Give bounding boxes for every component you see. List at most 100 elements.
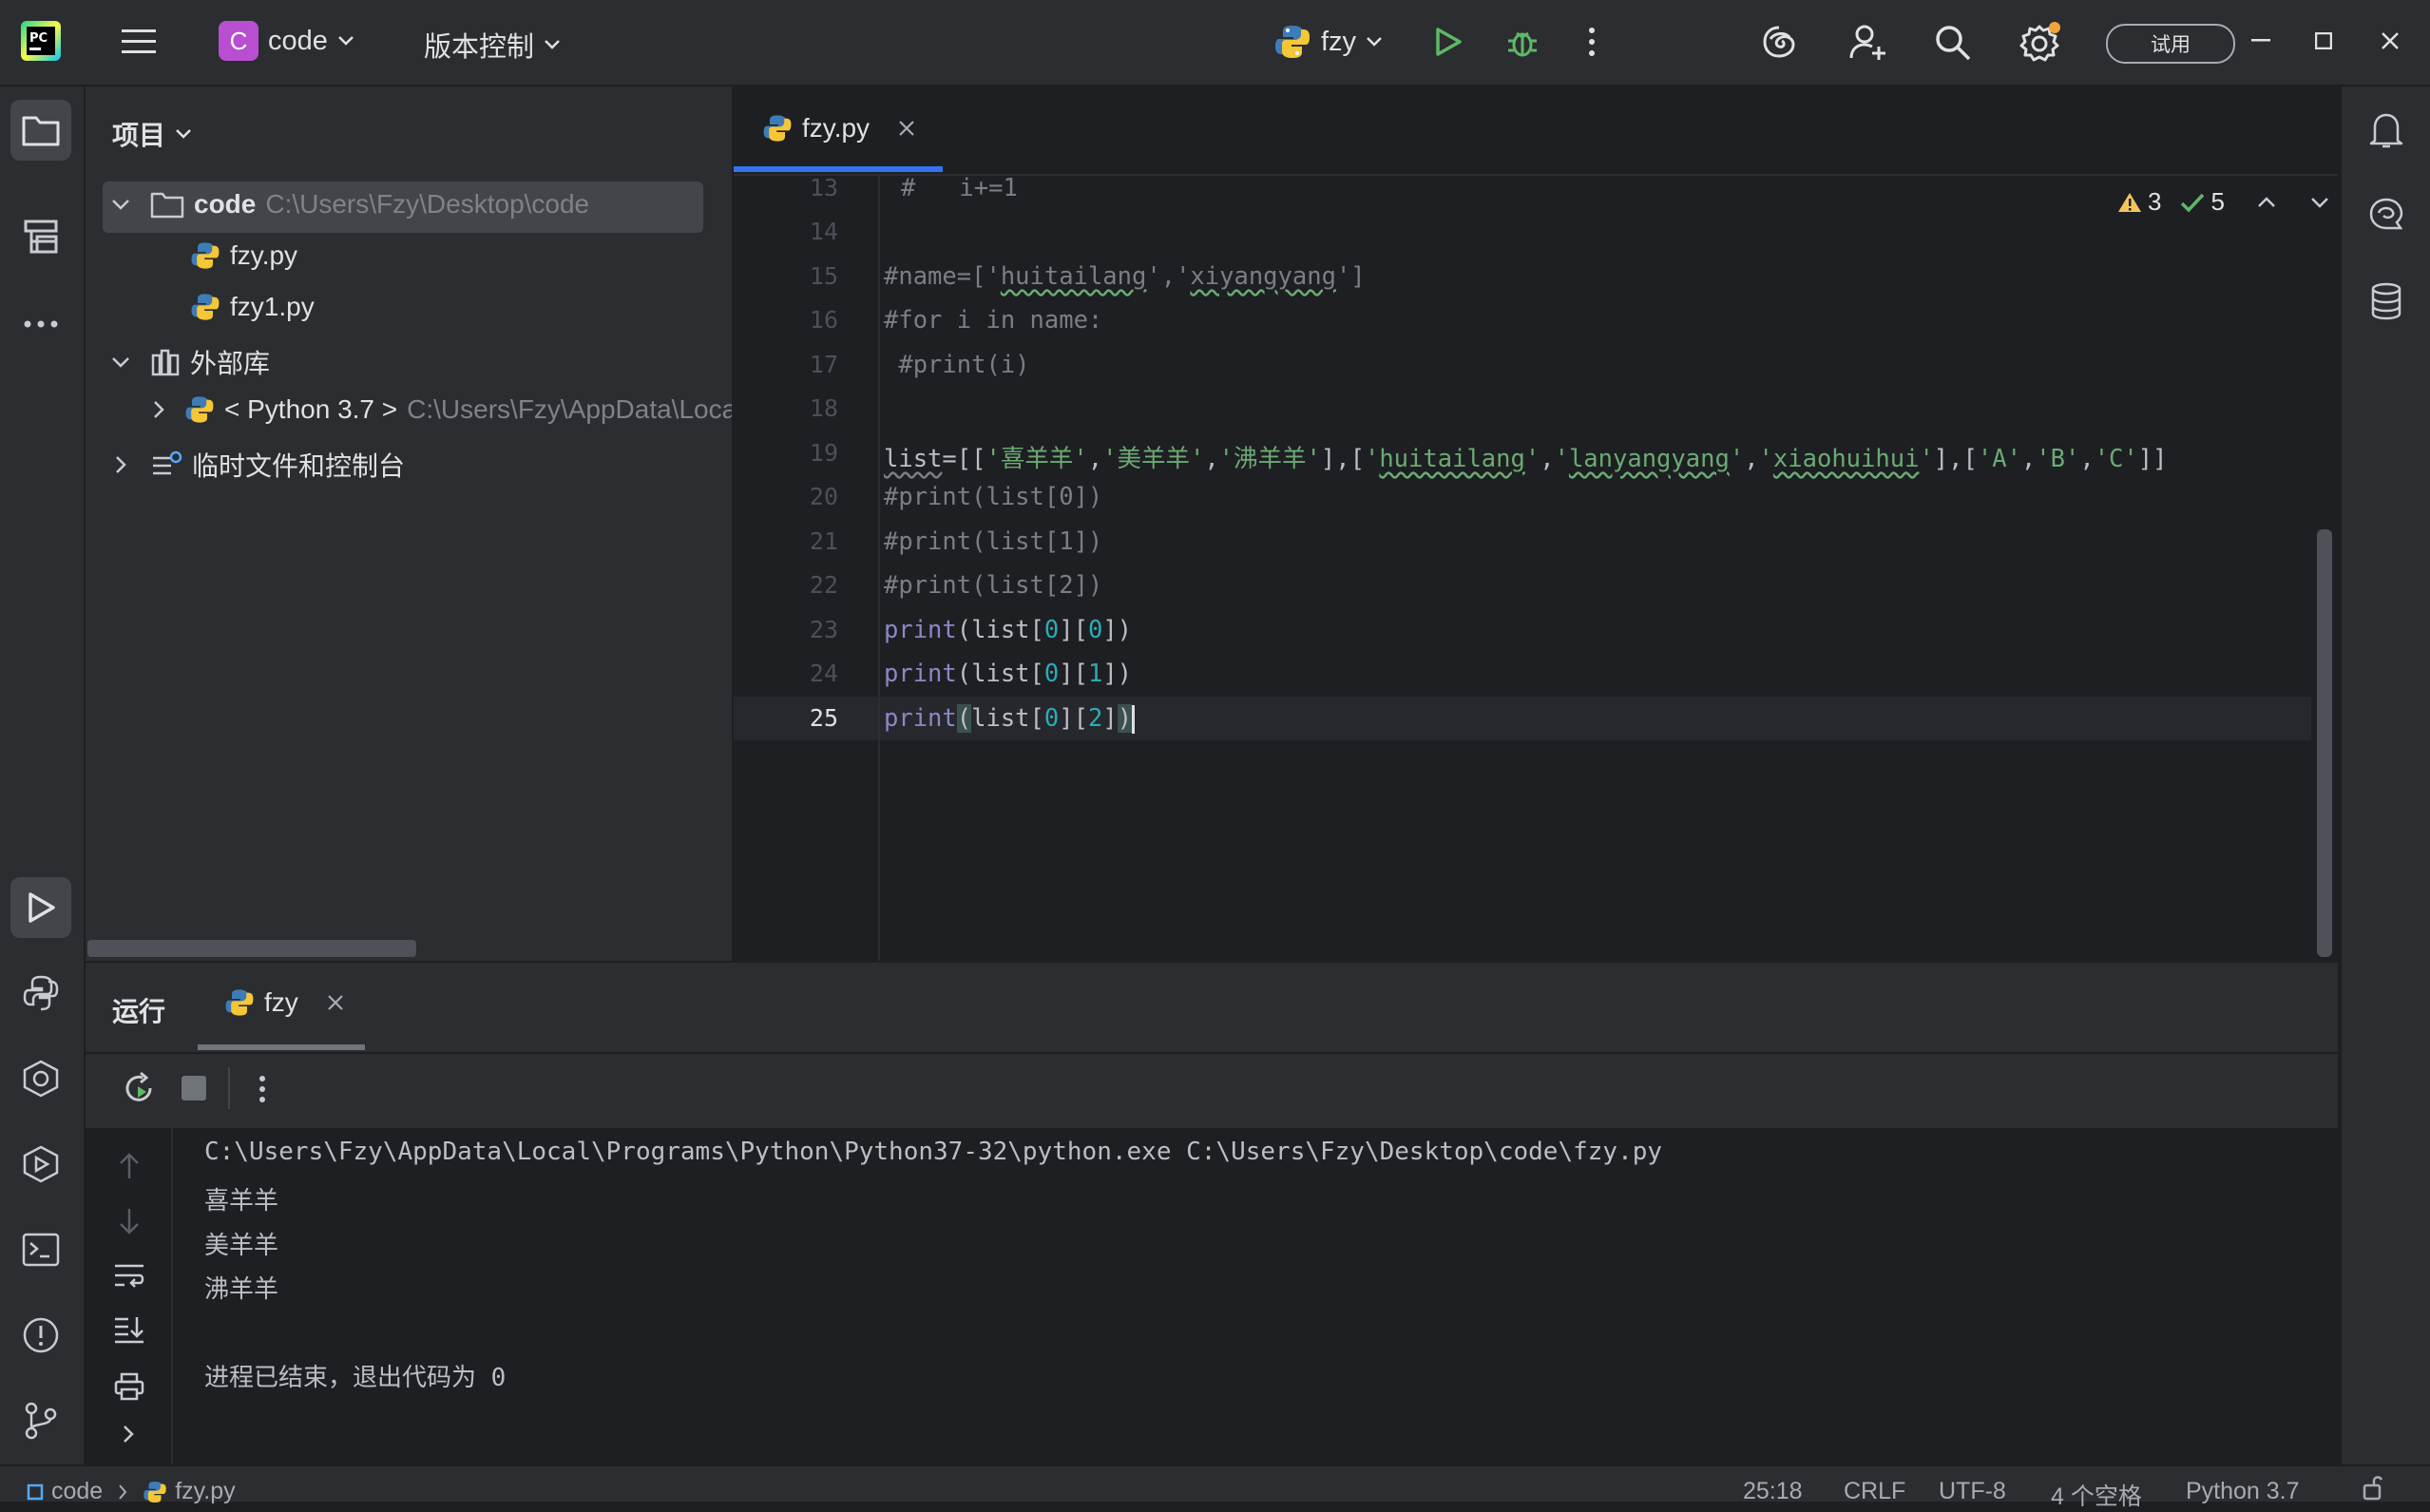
debug-icon[interactable]: [1502, 21, 1543, 63]
more-vertical-icon[interactable]: [253, 1071, 272, 1107]
chevron-down-icon[interactable]: [2310, 197, 2329, 208]
code-line-20[interactable]: #print(list[0]): [884, 483, 1102, 511]
code-token: ]: [1102, 704, 1118, 733]
tree-item-fzy-py[interactable]: fzy.py: [190, 240, 297, 271]
code-token: ': [1306, 445, 1321, 473]
code-token: (list[: [956, 660, 1044, 688]
add-user-icon[interactable]: [1847, 21, 1889, 63]
trial-badge[interactable]: 试用: [2106, 24, 2235, 64]
run-config-selector[interactable]: fzy: [1273, 23, 1383, 61]
inspection-widget[interactable]: 3 5: [2117, 187, 2329, 217]
settings-icon[interactable]: [2019, 19, 2064, 65]
code-line-22[interactable]: #print(list[2]): [884, 571, 1102, 600]
breadcrumb-project[interactable]: code: [51, 1478, 103, 1505]
vertical-scrollbar[interactable]: [2317, 529, 2332, 957]
chevron-down-icon[interactable]: [110, 355, 131, 369]
chevron-up-icon[interactable]: [2257, 196, 2276, 208]
git-icon[interactable]: [10, 1390, 71, 1451]
run-tab-fzy[interactable]: fzy: [224, 987, 344, 1018]
file-encoding[interactable]: UTF-8: [1939, 1478, 2006, 1505]
indent-setting[interactable]: 4 个空格: [2051, 1478, 2142, 1512]
problems-icon[interactable]: [10, 1305, 71, 1366]
tree-item-python-sdk[interactable]: < Python 3.7 > C:\Users\Fzy\AppData\Loca…: [152, 394, 732, 425]
tree-item-code[interactable]: code C:\Users\Fzy\Desktop\code: [110, 189, 589, 220]
code-line-16[interactable]: #for i in name:: [884, 306, 1102, 335]
line-number: 17: [809, 351, 838, 378]
terminal-icon[interactable]: [10, 1219, 71, 1280]
project-tool-icon[interactable]: [10, 100, 71, 161]
database-icon[interactable]: [2356, 271, 2417, 332]
line-separator[interactable]: CRLF: [1844, 1478, 1905, 1505]
scroll-to-end-icon[interactable]: [110, 1312, 148, 1347]
code-line-23[interactable]: print(list[0][0]): [884, 616, 1132, 644]
close-tab-icon[interactable]: [898, 120, 915, 137]
code-line-19[interactable]: list=[['喜羊羊','美羊羊','沸羊羊'],['huitailang',…: [884, 439, 2167, 474]
scroll-up-icon[interactable]: [112, 1149, 146, 1183]
python-interpreter[interactable]: Python 3.7: [2186, 1478, 2300, 1505]
line-number: 15: [809, 262, 838, 290]
code-line-17[interactable]: #print(i): [884, 351, 1029, 379]
code-line-24[interactable]: print(list[0][1]): [884, 660, 1132, 688]
vcs-menu[interactable]: 版本控制: [424, 25, 561, 65]
notifications-icon[interactable]: [2356, 100, 2417, 161]
chevron-right-icon[interactable]: [114, 454, 127, 475]
code-line-25[interactable]: print(list[0][2]): [884, 704, 1136, 734]
tree-item-scratches[interactable]: 临时文件和控制台: [110, 446, 405, 484]
python-console-icon[interactable]: [10, 963, 71, 1024]
code-token: ): [1117, 704, 1133, 733]
console-line: 美羊羊: [204, 1232, 279, 1260]
line-number: 16: [809, 306, 838, 334]
stop-icon[interactable]: [179, 1073, 209, 1103]
code-token: list: [884, 445, 943, 473]
editor-tab-fzy-py[interactable]: fzy.py: [762, 113, 915, 144]
chevron-right-icon[interactable]: [114, 1419, 143, 1449]
project-panel-header[interactable]: 项目: [112, 115, 192, 153]
breadcrumb[interactable]: code fzy.py: [27, 1478, 236, 1505]
run-icon[interactable]: [1429, 23, 1467, 61]
close-icon[interactable]: [2376, 27, 2404, 55]
code-line-13[interactable]: # i+=1: [901, 174, 1018, 202]
folder-icon: [150, 190, 184, 219]
soft-wrap-icon[interactable]: [110, 1259, 148, 1293]
run-tool-icon[interactable]: [10, 877, 71, 938]
code-token: #name=[': [884, 262, 1001, 291]
code-line-21[interactable]: #print(list[1]): [884, 527, 1102, 556]
chevron-down-icon: [1366, 36, 1383, 48]
ai-chat-icon[interactable]: [2356, 185, 2417, 246]
project-panel: 项目 code C:\Users\Fzy\Desktop\code fzy.py…: [86, 86, 734, 961]
tree-item-path: C:\Users\Fzy\AppData\Local\Programs\Pyth…: [407, 394, 732, 424]
tree-item-fzy1-py[interactable]: fzy1.py: [190, 292, 315, 322]
chevron-right-icon[interactable]: [152, 399, 165, 420]
rerun-icon[interactable]: [120, 1069, 158, 1107]
breadcrumb-file[interactable]: fzy.py: [175, 1478, 235, 1505]
code-token: print: [884, 660, 957, 688]
search-icon[interactable]: [1933, 23, 1973, 63]
tree-item-label: fzy1.py: [230, 292, 315, 321]
more-tools-icon[interactable]: [10, 294, 71, 354]
close-tab-icon[interactable]: [327, 994, 344, 1011]
tree-item-external-libs[interactable]: 外部库: [110, 343, 270, 381]
code-token: print: [884, 704, 957, 733]
print-icon[interactable]: [110, 1369, 148, 1404]
code-token: 喜羊羊: [1000, 445, 1074, 473]
chevron-down-icon[interactable]: [110, 198, 131, 211]
horizontal-scrollbar[interactable]: [87, 940, 416, 957]
project-selector[interactable]: C code: [219, 21, 354, 61]
python-file-icon: [762, 113, 793, 144]
more-vertical-icon[interactable]: [1578, 23, 1606, 61]
minimize-icon[interactable]: [2247, 27, 2275, 55]
code-line-15[interactable]: #name=['huitailang','xiyangyang']: [884, 262, 1366, 291]
services-icon[interactable]: [10, 1134, 71, 1195]
lock-icon[interactable]: [2361, 1474, 2387, 1501]
hamburger-menu-icon[interactable]: [120, 23, 158, 61]
line-number: 21: [809, 527, 838, 555]
maximize-icon[interactable]: [2309, 27, 2338, 55]
python-packages-icon[interactable]: [10, 1048, 71, 1109]
ai-assistant-icon[interactable]: [1760, 23, 1798, 61]
structure-tool-icon[interactable]: [10, 206, 71, 267]
python-icon: [184, 394, 215, 425]
project-name: code: [268, 25, 328, 56]
cursor-position[interactable]: 25:18: [1743, 1478, 1803, 1505]
code-token: ]): [1102, 660, 1133, 688]
scroll-down-icon[interactable]: [112, 1204, 146, 1238]
